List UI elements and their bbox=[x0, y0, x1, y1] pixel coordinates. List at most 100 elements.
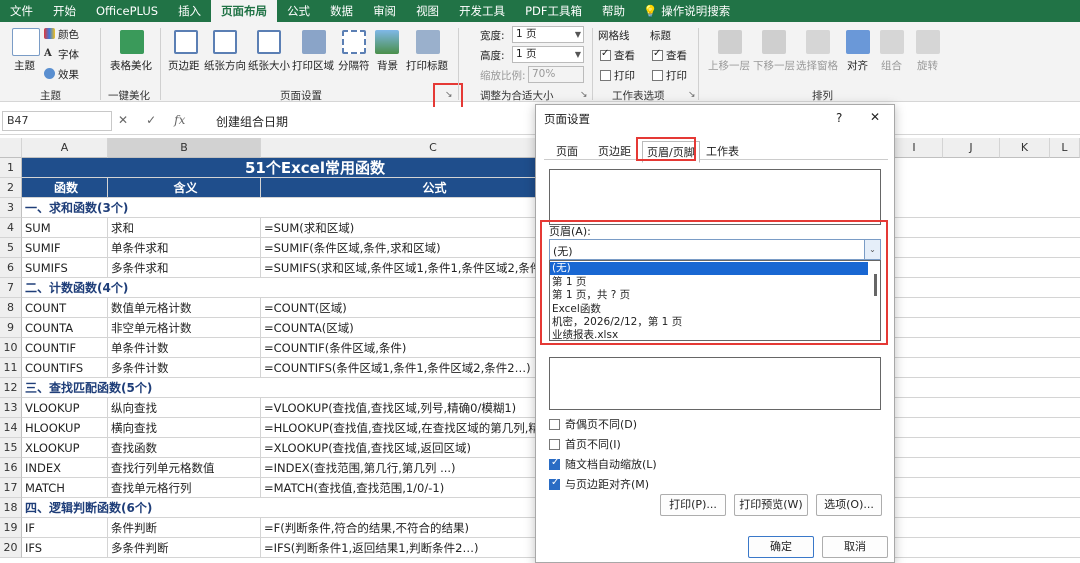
row-header[interactable]: 13 bbox=[0, 398, 22, 418]
tab-margins[interactable]: 页边距 bbox=[594, 141, 635, 161]
size-icon[interactable] bbox=[257, 30, 281, 54]
table-cell[interactable]: SUMIFS bbox=[22, 258, 108, 278]
table-beautify-icon[interactable] bbox=[120, 30, 144, 54]
fx-icon[interactable]: fx bbox=[174, 113, 185, 127]
menu-pdf-tools[interactable]: PDF工具箱 bbox=[515, 0, 592, 22]
scale-with-doc-checkbox[interactable]: 随文档自动缩放(L) bbox=[549, 456, 657, 472]
header-cell[interactable]: 含义 bbox=[108, 178, 261, 198]
header-option[interactable]: 第 1 页，共 ? 页 bbox=[550, 289, 868, 302]
gridlines-print-checkbox[interactable] bbox=[600, 70, 611, 81]
page-setup-launcher-icon[interactable]: ↘ bbox=[445, 90, 453, 100]
sheet-title-cell[interactable]: 51个Excel常用函数 bbox=[22, 158, 606, 178]
menu-review[interactable]: 审阅 bbox=[363, 0, 406, 22]
menu-officeplus[interactable]: OfficePLUS bbox=[86, 0, 168, 22]
table-cell[interactable]: 求和 bbox=[108, 218, 261, 238]
menu-help[interactable]: 帮助 bbox=[592, 0, 635, 22]
align-margins-checkbox[interactable]: 与页边距对齐(M) bbox=[549, 476, 649, 492]
table-cell[interactable]: IFS bbox=[22, 538, 108, 558]
table-cell[interactable]: 非空单元格计数 bbox=[108, 318, 261, 338]
orientation-icon[interactable] bbox=[213, 30, 237, 54]
row-header[interactable]: 2 bbox=[0, 178, 22, 198]
send-backward-button[interactable]: 下移一层 bbox=[753, 58, 795, 73]
table-cell[interactable]: HLOOKUP bbox=[22, 418, 108, 438]
row-header[interactable]: 3 bbox=[0, 198, 22, 218]
menu-home[interactable]: 开始 bbox=[43, 0, 86, 22]
print-titles-icon[interactable] bbox=[416, 30, 440, 54]
print-titles-button[interactable]: 打印标题 bbox=[406, 58, 448, 73]
row-header[interactable]: 1 bbox=[0, 158, 22, 178]
row-header[interactable]: 19 bbox=[0, 518, 22, 538]
row-header[interactable]: 20 bbox=[0, 538, 22, 558]
column-header-b[interactable]: B bbox=[108, 138, 261, 158]
name-box[interactable]: B47 bbox=[2, 111, 112, 131]
table-cell[interactable]: INDEX bbox=[22, 458, 108, 478]
table-cell[interactable]: 多条件计数 bbox=[108, 358, 261, 378]
margins-icon[interactable] bbox=[174, 30, 198, 54]
header-option[interactable]: 机密，2026/2/12，第 1 页 bbox=[550, 316, 868, 329]
table-cell[interactable]: SUM bbox=[22, 218, 108, 238]
tab-page[interactable]: 页面 bbox=[552, 141, 582, 161]
row-header[interactable]: 18 bbox=[0, 498, 22, 518]
row-header[interactable]: 8 bbox=[0, 298, 22, 318]
checkbox-box[interactable] bbox=[549, 418, 560, 430]
effects-button[interactable]: 效果 bbox=[58, 67, 79, 82]
table-cell[interactable]: COUNTA bbox=[22, 318, 108, 338]
row-header[interactable]: 15 bbox=[0, 438, 22, 458]
header-cell[interactable]: 函数 bbox=[22, 178, 108, 198]
fonts-button[interactable]: 字体 bbox=[58, 47, 79, 62]
width-combo[interactable]: 1 页 ▼ bbox=[512, 26, 584, 43]
chevron-down-icon[interactable]: ⌄ bbox=[864, 240, 880, 259]
checkbox-box[interactable] bbox=[549, 438, 560, 450]
row-header[interactable]: 7 bbox=[0, 278, 22, 298]
close-icon[interactable]: ✕ bbox=[870, 110, 880, 124]
table-cell[interactable]: 纵向查找 bbox=[108, 398, 261, 418]
ratio-combo[interactable]: 70% bbox=[528, 66, 584, 83]
table-cell[interactable]: 单条件计数 bbox=[108, 338, 261, 358]
table-cell[interactable]: COUNTIFS bbox=[22, 358, 108, 378]
margins-button[interactable]: 页边距 bbox=[168, 58, 200, 73]
row-header[interactable]: 14 bbox=[0, 418, 22, 438]
row-header[interactable]: 17 bbox=[0, 478, 22, 498]
scale-launcher-icon[interactable]: ↘ bbox=[580, 90, 588, 100]
rotate-icon[interactable] bbox=[916, 30, 940, 54]
column-header-k[interactable]: K bbox=[1000, 138, 1050, 158]
align-icon[interactable] bbox=[846, 30, 870, 54]
print-area-icon[interactable] bbox=[302, 30, 326, 54]
help-icon[interactable]: ? bbox=[836, 111, 842, 125]
table-cell[interactable]: 横向查找 bbox=[108, 418, 261, 438]
theme-button[interactable]: 主题 bbox=[14, 58, 35, 73]
print-preview-button[interactable]: 打印预览(W) bbox=[734, 494, 808, 516]
tab-sheet[interactable]: 工作表 bbox=[702, 141, 743, 161]
table-beautify-button[interactable]: 表格美化 bbox=[110, 58, 152, 73]
column-header-j[interactable]: J bbox=[943, 138, 1000, 158]
table-cell[interactable]: 多条件判断 bbox=[108, 538, 261, 558]
table-cell[interactable]: XLOOKUP bbox=[22, 438, 108, 458]
section-cell[interactable]: 三、查找匹配函数(5个) bbox=[22, 378, 606, 398]
row-header[interactable]: 9 bbox=[0, 318, 22, 338]
table-cell[interactable]: 查找函数 bbox=[108, 438, 261, 458]
align-button[interactable]: 对齐 bbox=[847, 58, 868, 73]
menu-page-layout[interactable]: 页面布局 bbox=[211, 0, 278, 22]
section-cell[interactable]: 四、逻辑判断函数(6个) bbox=[22, 498, 606, 518]
selection-pane-button[interactable]: 选择窗格 bbox=[796, 58, 838, 73]
first-page-checkbox[interactable]: 首页不同(I) bbox=[549, 436, 621, 452]
table-cell[interactable]: 单条件求和 bbox=[108, 238, 261, 258]
enter-icon[interactable]: ✓ bbox=[146, 113, 156, 127]
checkbox-box[interactable] bbox=[549, 457, 560, 470]
breaks-button[interactable]: 分隔符 bbox=[338, 58, 370, 73]
menu-developer[interactable]: 开发工具 bbox=[449, 0, 515, 22]
search-tell-me[interactable]: 操作说明搜索 bbox=[659, 0, 740, 22]
menu-file[interactable]: 文件 bbox=[0, 0, 43, 22]
sheet-options-launcher-icon[interactable]: ↘ bbox=[688, 90, 696, 100]
header-option[interactable]: Excel函数 bbox=[550, 303, 868, 316]
group-button[interactable]: 组合 bbox=[881, 58, 902, 73]
table-cell[interactable]: 查找行列单元格数值 bbox=[108, 458, 261, 478]
table-cell[interactable]: 数值单元格计数 bbox=[108, 298, 261, 318]
header-select[interactable]: (无) ⌄ bbox=[549, 239, 881, 260]
ok-button[interactable]: 确定 bbox=[748, 536, 814, 558]
headings-view-checkbox[interactable] bbox=[652, 48, 663, 61]
table-cell[interactable]: 查找单元格行列 bbox=[108, 478, 261, 498]
gridlines-view-checkbox[interactable] bbox=[600, 48, 611, 61]
section-cell[interactable]: 二、计数函数(4个) bbox=[22, 278, 606, 298]
background-button[interactable]: 背景 bbox=[377, 58, 398, 73]
